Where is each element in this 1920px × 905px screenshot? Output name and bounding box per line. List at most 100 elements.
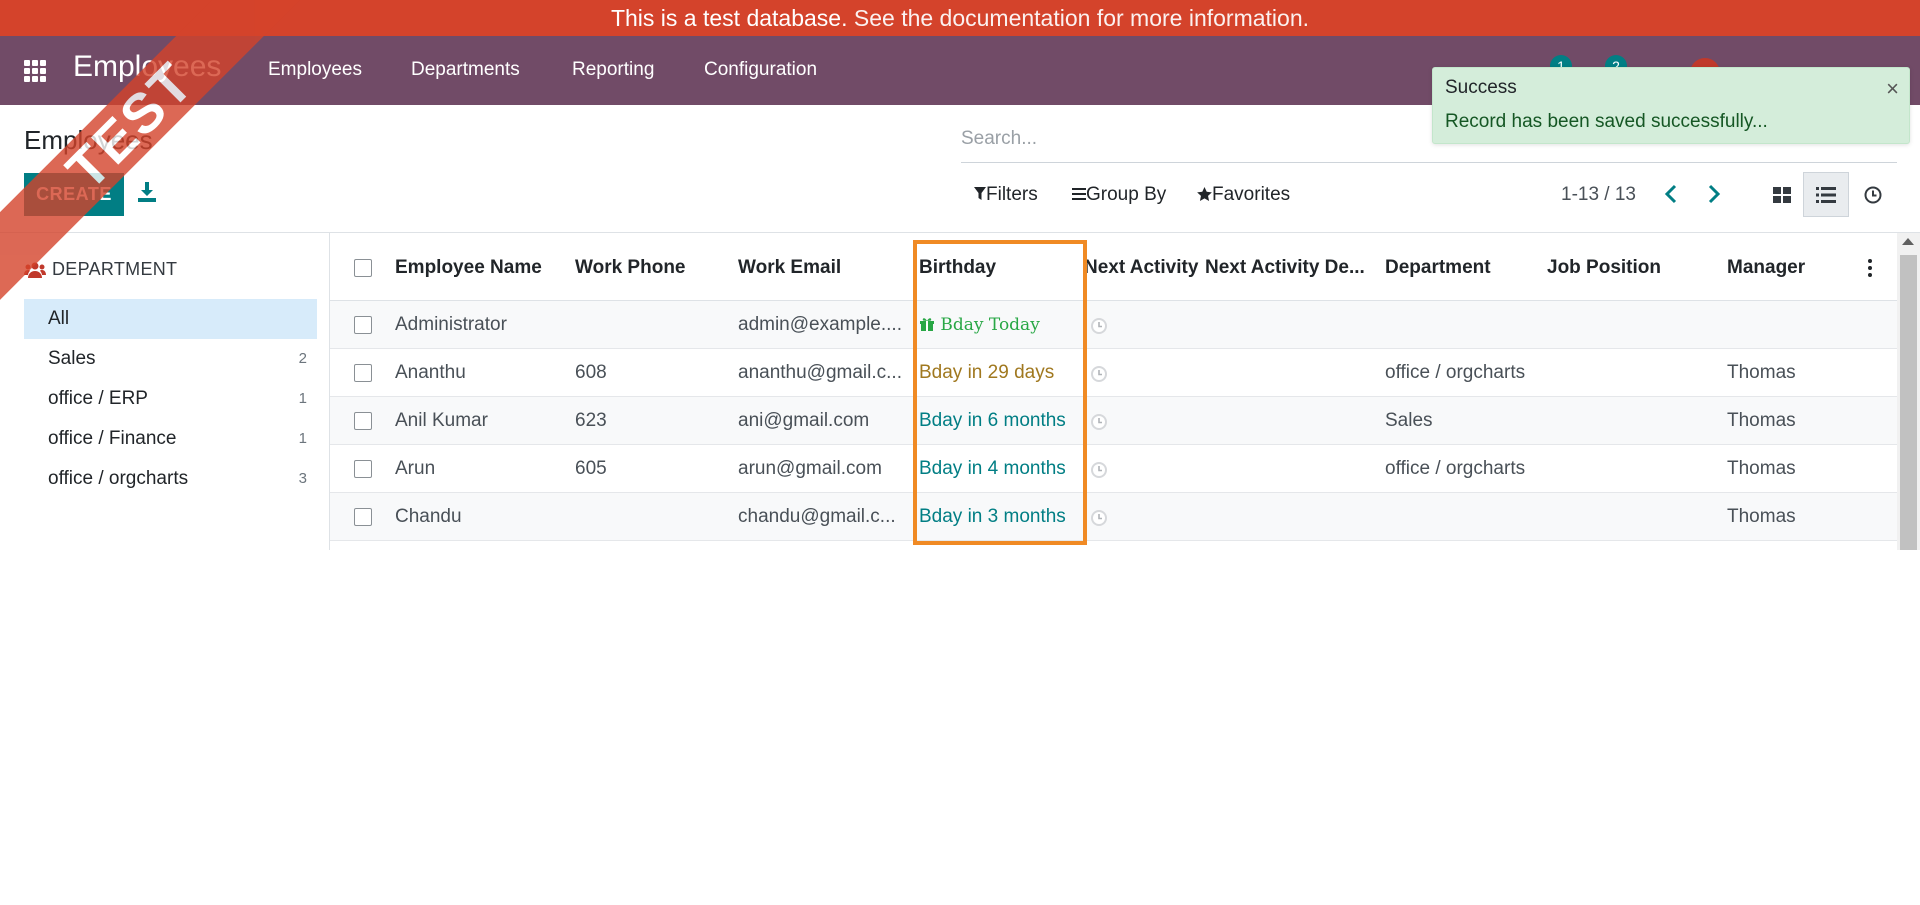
chevron-left-icon[interactable] [1659,181,1685,207]
row-checkbox[interactable] [354,412,372,430]
job-position [1547,397,1707,445]
close-icon[interactable]: × [1886,76,1899,102]
job-position [1547,493,1707,541]
filters-button[interactable]: Filters [974,184,1038,206]
group-by-icon [1072,188,1086,200]
kanban-view-button[interactable] [1759,172,1805,217]
sidebar-item-label: All [48,308,70,329]
app-brand[interactable]: Employees [73,50,221,84]
clock-icon[interactable] [1090,365,1108,383]
menu-configuration[interactable]: Configuration [704,59,817,81]
manager: Thomas [1727,410,1796,431]
employee-list-table: Employee Name Work Phone Work Email Birt… [330,233,1897,550]
chevron-right-icon[interactable] [1700,181,1726,207]
sidebar-item-office-erp[interactable]: office / ERP 1 [24,379,317,419]
table-scrollbar[interactable] [1897,233,1920,550]
scroll-thumb[interactable] [1900,255,1917,550]
table-row[interactable]: Arun 605 arun@gmail.com Bday in 4 months… [330,445,1897,493]
favorites-label: Favorites [1212,184,1291,205]
menu-employees[interactable]: Employees [268,59,362,81]
list-view-icon [1816,186,1836,203]
kanban-view-icon [1773,186,1791,203]
select-all-checkbox[interactable] [354,259,372,277]
star-icon [1197,187,1212,201]
job-position [1547,445,1707,493]
sidebar-item-count: 3 [298,470,307,487]
download-icon[interactable] [137,181,157,203]
success-toast: Success Record has been saved successful… [1432,67,1910,144]
group-by-label: Group By [1086,184,1167,205]
work-phone [575,493,725,541]
toast-title: Success [1445,77,1517,98]
sidebar-item-office-orgcharts[interactable]: office / orgcharts 3 [24,459,317,499]
sidebar-item-office-finance[interactable]: office / Finance 1 [24,419,317,459]
sidebar-item-count: 1 [298,390,307,407]
toast-message: Record has been saved successfully... [1445,111,1768,132]
department: office / orgcharts [1385,458,1526,479]
column-next-activity[interactable]: Next Activity [1084,257,1198,279]
birthday-text: Bday Today [940,315,1040,335]
row-checkbox[interactable] [354,364,372,382]
birthday-text: Bday in 6 months [919,410,1066,431]
department: office / orgcharts [1385,362,1526,383]
sidebar-item-label: office / Finance [48,428,177,449]
sidebar-item-count: 1 [298,430,307,447]
work-phone: 623 [575,410,607,431]
apps-grid-icon[interactable] [24,60,48,82]
employee-name: Arun [395,458,436,479]
sidebar-item-all[interactable]: All [24,299,317,339]
work-phone [575,301,725,349]
column-next-activity-deadline[interactable]: Next Activity De... [1205,257,1365,279]
scroll-up-arrow[interactable] [1902,238,1914,245]
table-row[interactable]: Ananthu 608 ananthu@gmail.c... Bday in 2… [330,349,1897,397]
manager: Thomas [1727,458,1796,479]
row-checkbox[interactable] [354,316,372,334]
clock-icon[interactable] [1090,509,1108,527]
table-row[interactable]: Anil Kumar 623 ani@gmail.com Bday in 6 m… [330,397,1897,445]
employee-name: Chandu [395,506,462,527]
birthday-cell: Bday Today [919,301,1069,349]
column-work-email[interactable]: Work Email [738,257,841,279]
banner-text: This is a test database. [610,5,848,31]
list-view-button[interactable] [1803,172,1849,217]
pager-value[interactable]: 1-13 / 13 [1561,184,1636,206]
sidebar-item-sales[interactable]: Sales 2 [24,339,317,379]
sidebar-item-count: 2 [298,350,307,367]
work-phone: 608 [575,362,607,383]
table-header: Employee Name Work Phone Work Email Birt… [330,233,1897,301]
manager: Thomas [1727,506,1796,527]
department [1385,301,1535,349]
sidebar-item-label: office / ERP [48,388,148,409]
favorites-button[interactable]: Favorites [1197,184,1290,206]
clock-icon[interactable] [1090,413,1108,431]
banner-documentation-link[interactable]: See the documentation for more informati… [854,5,1309,31]
employee-name: Ananthu [395,362,466,383]
menu-departments[interactable]: Departments [411,59,520,81]
column-manager[interactable]: Manager [1727,257,1805,279]
filters-label: Filters [986,184,1038,205]
table-row[interactable]: Chandu chandu@gmail.c... Bday in 3 month… [330,493,1897,541]
create-button[interactable]: CREATE [24,173,124,216]
column-job-position[interactable]: Job Position [1547,257,1661,279]
column-department[interactable]: Department [1385,257,1491,279]
employee-name: Anil Kumar [395,410,488,431]
manager: Thomas [1727,362,1796,383]
column-employee-name[interactable]: Employee Name [395,257,542,279]
group-by-button[interactable]: Group By [1072,184,1166,206]
menu-reporting[interactable]: Reporting [572,59,654,81]
row-checkbox[interactable] [354,460,372,478]
column-birthday[interactable]: Birthday [919,257,996,279]
work-email: arun@gmail.com [738,458,882,479]
job-position [1547,349,1707,397]
kebab-menu-icon[interactable] [1867,259,1873,277]
work-email: ani@gmail.com [738,410,870,431]
department [1385,493,1535,541]
clock-icon[interactable] [1090,317,1108,335]
column-work-phone[interactable]: Work Phone [575,257,686,279]
row-checkbox[interactable] [354,508,372,526]
sidebar-item-label: office / orgcharts [48,468,189,489]
birthday-text: Bday in 29 days [919,362,1055,383]
activity-view-button[interactable] [1850,172,1896,217]
table-row[interactable]: Administrator admin@example.... Bday Tod… [330,301,1897,349]
clock-icon[interactable] [1090,461,1108,479]
